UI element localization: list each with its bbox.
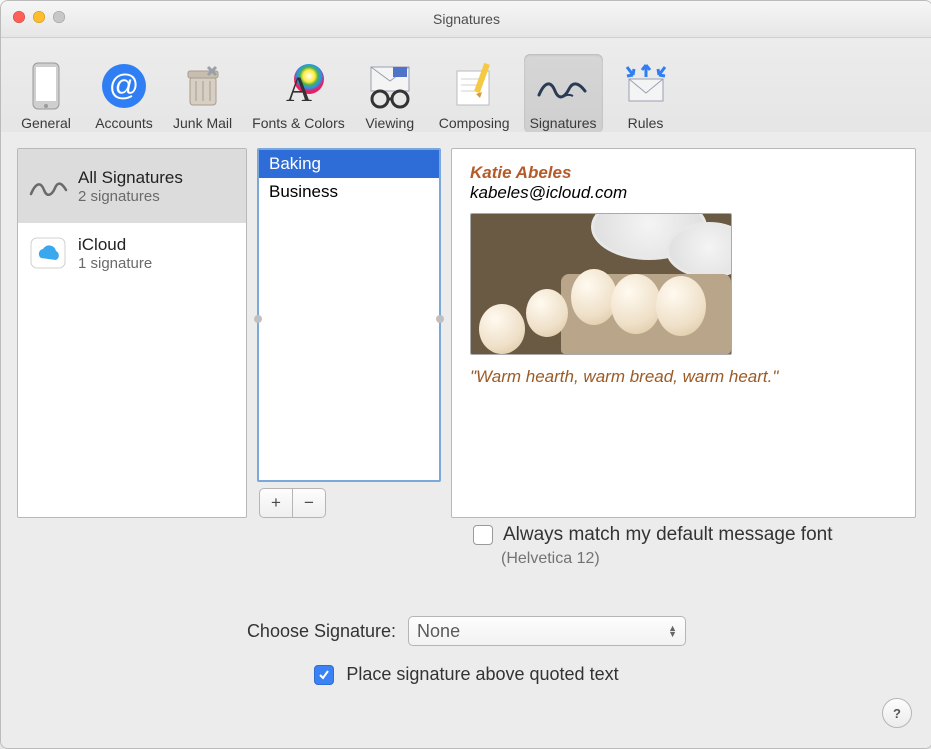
toolbar-tab-composing[interactable]: Composing bbox=[433, 54, 516, 133]
add-signature-button[interactable]: + bbox=[259, 488, 293, 518]
match-default-font-checkbox[interactable] bbox=[473, 525, 493, 545]
toolbar-label: Junk Mail bbox=[173, 115, 232, 131]
toolbar-label: Accounts bbox=[95, 115, 153, 131]
help-button[interactable]: ? bbox=[882, 698, 912, 728]
stepper-arrows-icon: ▲▼ bbox=[668, 625, 677, 637]
signature-name: Business bbox=[269, 182, 338, 201]
toolbar-label: Rules bbox=[628, 115, 664, 131]
preview-name: Katie Abeles bbox=[470, 163, 897, 183]
minus-icon: − bbox=[304, 493, 314, 513]
account-row-all-signatures[interactable]: All Signatures 2 signatures bbox=[18, 149, 246, 223]
toolbar-tab-viewing[interactable]: Viewing bbox=[355, 54, 425, 133]
rules-envelope-icon bbox=[617, 58, 675, 113]
toolbar-label: Viewing bbox=[365, 115, 414, 131]
match-default-font-label: Always match my default message font bbox=[503, 524, 832, 546]
toolbar-tab-fonts[interactable]: A Fonts & Colors bbox=[246, 54, 351, 133]
choose-signature-popup[interactable]: None ▲▼ bbox=[408, 616, 686, 646]
account-title: iCloud bbox=[78, 235, 152, 255]
signature-item-business[interactable]: Business bbox=[259, 178, 439, 206]
preferences-window: Signatures General @ Accounts Junk Mail bbox=[0, 0, 931, 749]
window-title: Signatures bbox=[433, 11, 500, 27]
plus-icon: + bbox=[271, 493, 281, 513]
pencil-paper-icon bbox=[445, 58, 503, 113]
signature-item-baking[interactable]: Baking bbox=[259, 150, 439, 178]
toolbar-label: Fonts & Colors bbox=[252, 115, 345, 131]
toolbar-tab-junk[interactable]: Junk Mail bbox=[167, 54, 238, 133]
choose-signature-label: Choose Signature: bbox=[247, 621, 396, 642]
toolbar-label: Signatures bbox=[530, 115, 597, 131]
account-row-icloud[interactable]: iCloud 1 signature bbox=[18, 223, 246, 283]
at-sign-icon: @ bbox=[95, 58, 153, 113]
bottom-options: Choose Signature: None ▲▼ Place signatur… bbox=[1, 608, 931, 685]
close-window-button[interactable] bbox=[13, 11, 25, 23]
place-above-quoted-checkbox[interactable] bbox=[314, 665, 334, 685]
fonts-colors-icon: A bbox=[269, 58, 327, 113]
preview-email: kabeles@icloud.com bbox=[470, 183, 897, 203]
splitter-grip[interactable] bbox=[436, 315, 444, 323]
splitter-grip[interactable] bbox=[254, 315, 262, 323]
toolbar-tab-general[interactable]: General bbox=[11, 54, 81, 133]
zoom-window-button[interactable] bbox=[53, 11, 65, 23]
account-title: All Signatures bbox=[78, 168, 183, 188]
place-above-quoted-label: Place signature above quoted text bbox=[346, 664, 618, 685]
match-font-option: Always match my default message font (He… bbox=[473, 524, 902, 568]
signature-add-remove: + − bbox=[259, 488, 441, 518]
remove-signature-button[interactable]: − bbox=[293, 488, 326, 518]
question-mark-icon: ? bbox=[893, 706, 901, 721]
panes: All Signatures 2 signatures iCloud 1 sig… bbox=[1, 132, 931, 518]
signature-preview[interactable]: Katie Abeles kabeles@icloud.com "Warm he… bbox=[451, 148, 916, 518]
minimize-window-button[interactable] bbox=[33, 11, 45, 23]
toolbar-label: General bbox=[21, 115, 71, 131]
account-subtitle: 2 signatures bbox=[78, 188, 183, 205]
toolbar-tab-rules[interactable]: Rules bbox=[611, 54, 681, 133]
iphone-icon bbox=[17, 58, 75, 113]
svg-text:A: A bbox=[286, 69, 312, 109]
window-controls bbox=[13, 11, 65, 23]
toolbar-tab-accounts[interactable]: @ Accounts bbox=[89, 54, 159, 133]
accounts-pane: All Signatures 2 signatures iCloud 1 sig… bbox=[17, 148, 247, 518]
content-area: All Signatures 2 signatures iCloud 1 sig… bbox=[1, 132, 931, 748]
signatures-list[interactable]: Baking Business bbox=[257, 148, 441, 482]
account-subtitle: 1 signature bbox=[78, 255, 152, 272]
preview-image bbox=[470, 213, 732, 355]
toolbar-tab-signatures[interactable]: Signatures bbox=[524, 54, 603, 133]
icloud-icon bbox=[28, 233, 68, 273]
glasses-envelope-icon bbox=[361, 58, 419, 113]
toolbar-label: Composing bbox=[439, 115, 510, 131]
signature-icon bbox=[28, 166, 68, 206]
svg-text:@: @ bbox=[109, 69, 139, 102]
titlebar: Signatures bbox=[1, 1, 931, 38]
preview-quote: "Warm hearth, warm bread, warm heart." bbox=[470, 367, 897, 387]
signature-name: Baking bbox=[269, 154, 321, 173]
default-font-sublabel: (Helvetica 12) bbox=[501, 550, 902, 568]
signature-icon bbox=[534, 58, 592, 113]
trash-icon bbox=[174, 58, 232, 113]
choose-signature-value: None bbox=[417, 621, 460, 642]
preferences-toolbar: General @ Accounts Junk Mail A Fonts & C bbox=[1, 38, 931, 140]
